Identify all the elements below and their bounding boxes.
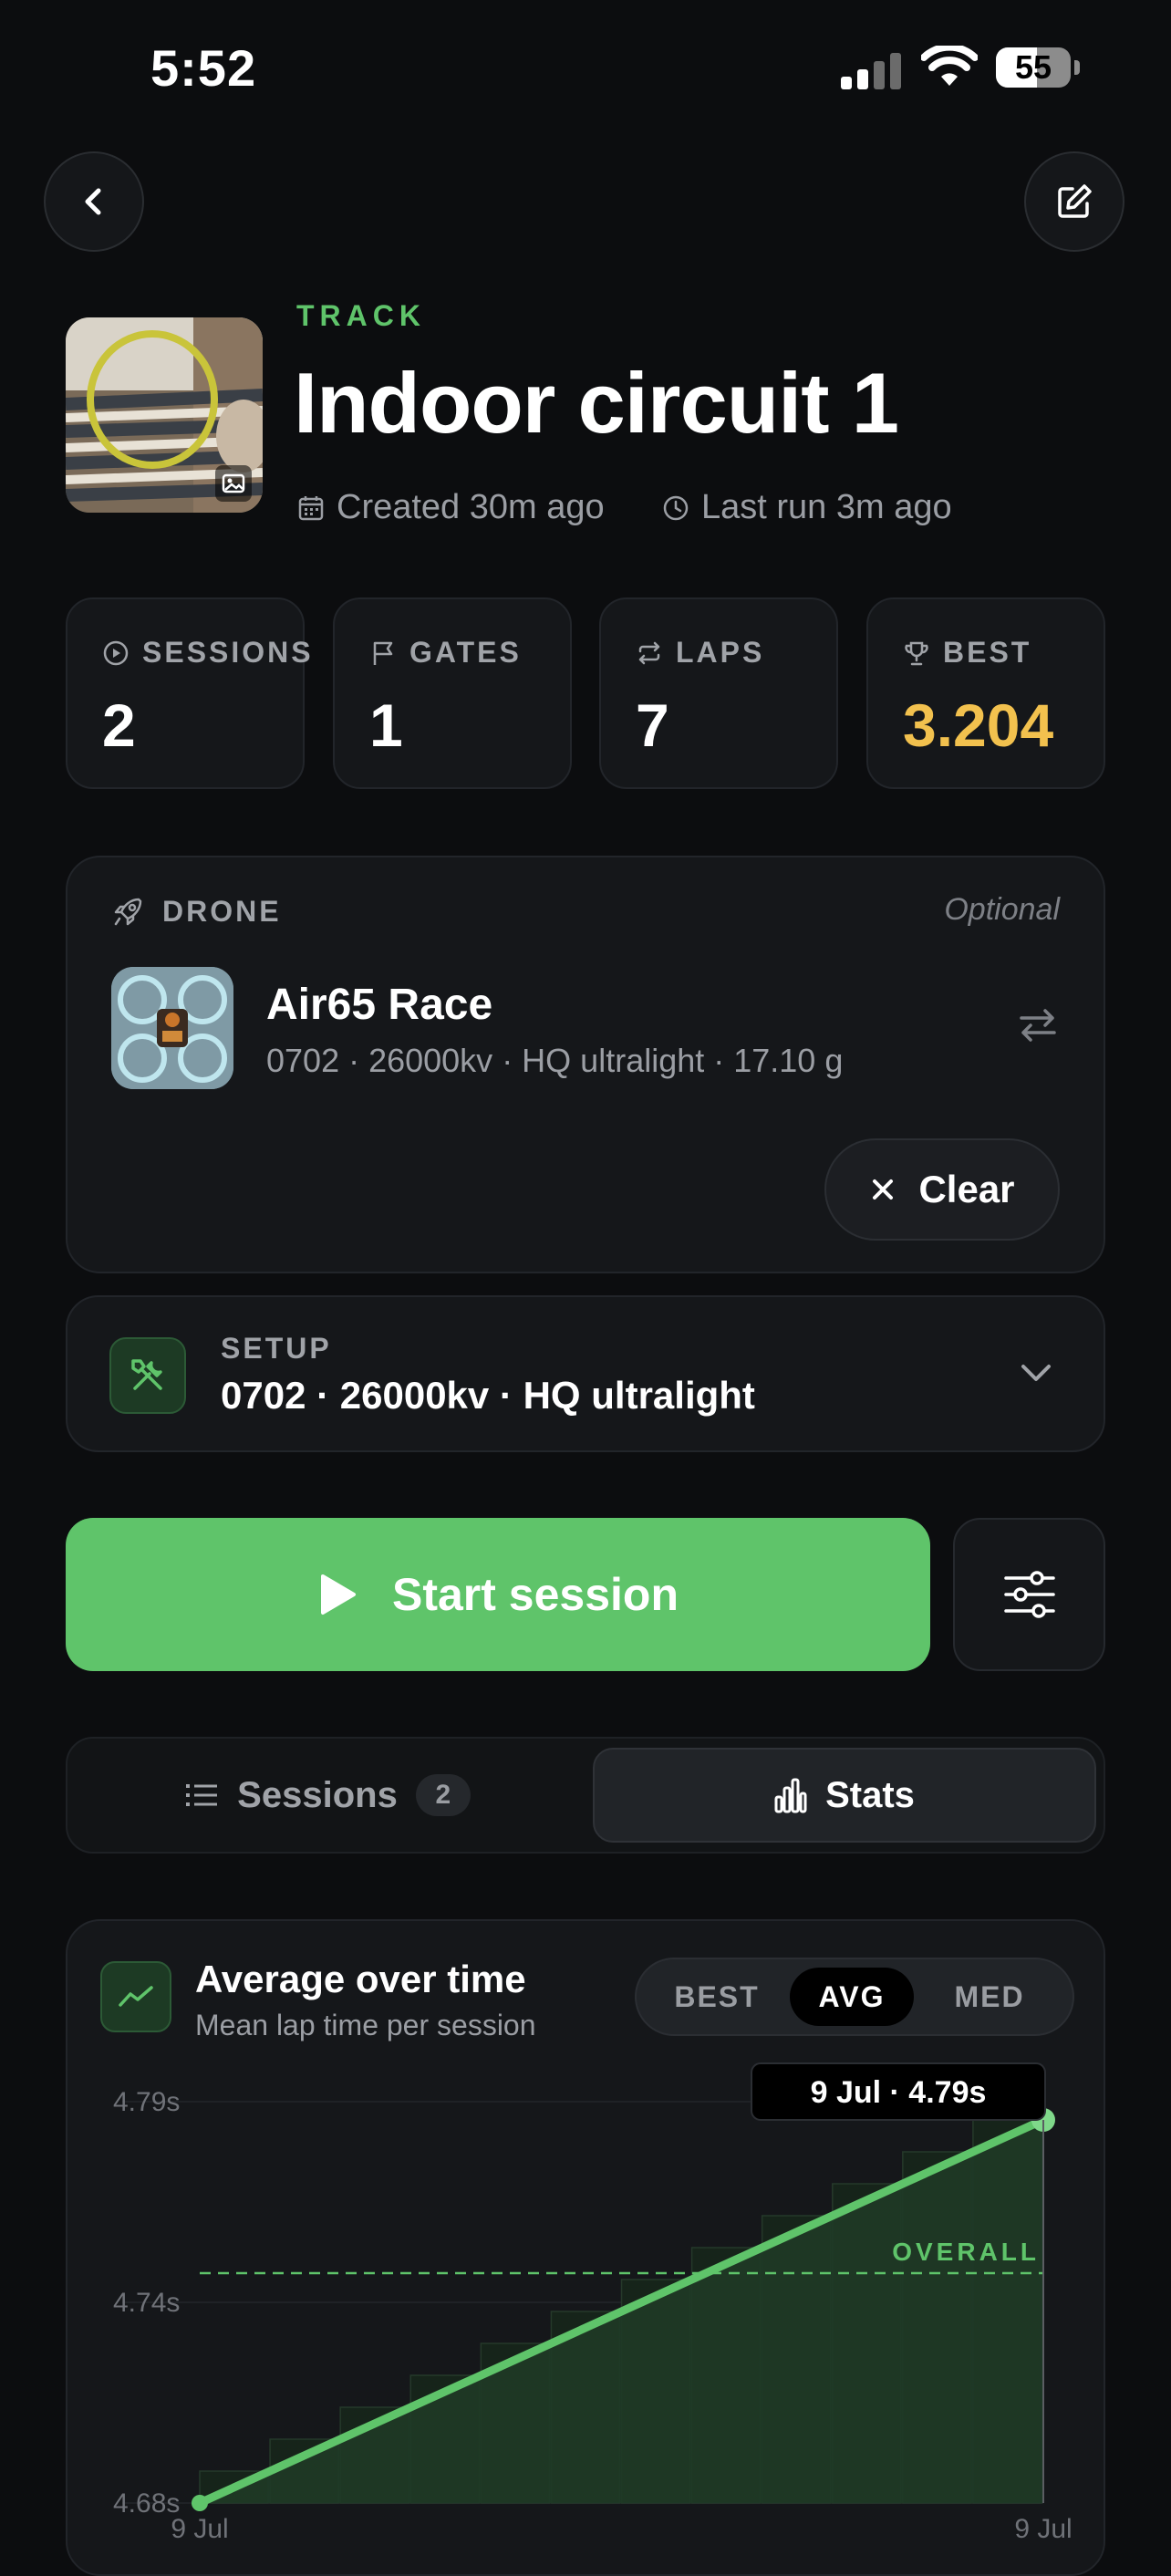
drone-card: DRONE Optional Air65 Race 0702 · 26000kv… [66,856,1105,1273]
stat-label: LAPS [676,636,765,669]
cellular-signal-icon [841,53,903,89]
session-options-button[interactable] [953,1518,1105,1671]
tooltip-text: 9 Jul · 4.79s [811,2075,987,2110]
sessions-count-badge: 2 [415,1774,471,1816]
overall-label: OVERALL [892,2238,1040,2266]
stat-card-laps: LAPS 7 [599,597,838,789]
start-session-button[interactable]: Start session [66,1518,930,1671]
drone-photo [111,967,233,1089]
created-meta: Created 30m ago [296,488,605,527]
clear-drone-button[interactable]: Clear [824,1138,1060,1241]
close-icon [873,1179,894,1200]
edit-button[interactable] [1024,151,1124,252]
bar-chart-icon [774,1778,807,1813]
data-point[interactable] [192,2495,208,2511]
trophy-icon [905,641,928,665]
image-icon [215,465,252,502]
battery-icon: 55 [996,47,1080,89]
swap-drone-button[interactable] [1016,1003,1060,1052]
tab-sessions-label: Sessions [237,1774,398,1815]
drone-name: Air65 Race [266,981,493,1029]
created-text: Created 30m ago [337,488,605,526]
stat-label: BEST [943,636,1032,669]
rocket-icon [114,898,142,926]
y-tick-label: 4.79s [113,2087,180,2117]
setup-value: 0702 · 26000kv · HQ ultralight [221,1374,755,1417]
clock-icon [663,495,689,520]
drone-thumbnail[interactable] [111,967,233,1089]
wifi-icon [920,43,979,94]
clear-label: Clear [918,1168,1015,1210]
line-chart: OVERALL 9 Jul · 4.79s 4.79s4.74s4.68s 9 … [113,2062,1073,2544]
tab-sessions[interactable]: Sessions 2 [77,1748,580,1843]
battery-level: 55 [1014,48,1052,86]
stat-card-best: BEST 3.204 [866,597,1105,789]
page-title: Indoor circuit 1 [294,355,899,451]
average-chart-card: Average over time Mean lap time per sess… [66,1919,1105,2576]
drone-header: DRONE [111,894,282,929]
y-tick-label: 4.74s [113,2288,180,2318]
back-button[interactable] [44,151,144,252]
track-thumbnail[interactable] [66,317,263,513]
tab-stats-label: Stats [825,1774,915,1815]
setup-label: SETUP [221,1332,332,1365]
drone-section-label: DRONE [162,894,282,928]
start-session-label: Start session [391,1569,679,1620]
stat-card-sessions: SESSIONS 2 [66,597,311,789]
x-tick-label: 9 Jul [1014,2514,1072,2544]
chart-tooltip: 9 Jul · 4.79s [751,2062,1046,2121]
x-tick-label: 9 Jul [171,2514,228,2544]
stat-label: SESSIONS [142,636,314,669]
flag-icon [373,641,393,665]
last-run-meta: Last run 3m ago [661,488,952,527]
list-icon [186,1784,218,1806]
stat-value-best: 3.204 [903,691,1054,759]
repeat-icon [638,641,660,664]
play-circle-icon [103,640,129,665]
stat-value: 1 [369,691,403,759]
drone-specs: 0702 · 26000kv · HQ ultralight · 17.10 g [266,1042,844,1079]
play-icon [320,1574,356,1615]
sliders-icon [1003,1571,1055,1618]
stat-value: 2 [102,691,136,759]
stat-value: 7 [636,691,669,759]
calendar-icon [298,495,324,520]
edit-icon [1058,184,1092,218]
stat-label: GATES [409,636,522,669]
status-time: 5:52 [150,39,257,97]
setup-dropdown[interactable]: SETUP 0702 · 26000kv · HQ ultralight [66,1295,1105,1452]
track-label: TRACK [296,299,426,332]
tools-icon [109,1337,186,1414]
chevron-down-icon [1016,1357,1056,1395]
chevron-left-icon [85,188,101,215]
optional-label: Optional [944,892,1060,927]
last-run-text: Last run 3m ago [701,488,952,526]
stat-card-gates: GATES 1 [333,597,572,789]
tab-stats[interactable]: Stats [593,1748,1096,1843]
swap-icon [1020,1009,1056,1042]
view-tabs: Sessions 2 Stats [66,1737,1105,1854]
